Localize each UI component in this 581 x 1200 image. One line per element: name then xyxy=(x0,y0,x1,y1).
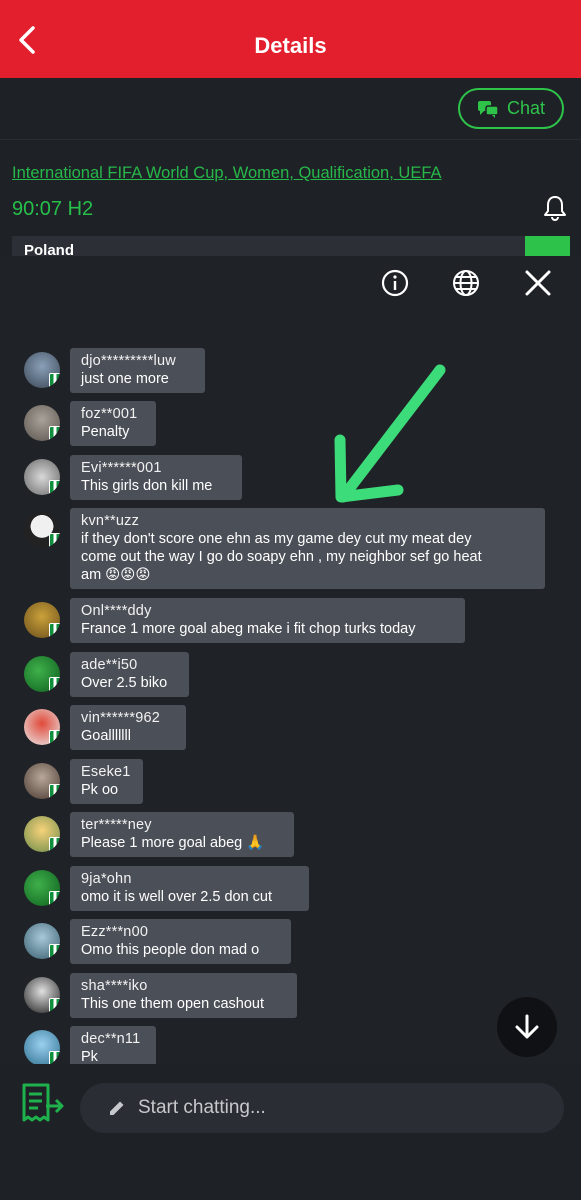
close-chat-button[interactable] xyxy=(521,266,555,300)
message-username: ter*****ney xyxy=(81,817,152,833)
message-username: Ezz***n00 xyxy=(81,924,149,940)
avatar[interactable] xyxy=(24,1030,60,1064)
info-button[interactable] xyxy=(378,266,412,300)
message-list[interactable]: ild*dddOmor France girls dey play ball o… xyxy=(0,256,581,1064)
message-bubble[interactable]: kvn**uzz if they don't score one ehn as m… xyxy=(70,508,545,589)
country-flag-icon xyxy=(49,944,60,959)
league-link[interactable]: International FIFA World Cup, Women, Qua… xyxy=(12,163,442,183)
message-text: Pk xyxy=(81,1049,98,1064)
message-username: sha****iko xyxy=(81,978,148,994)
chat-panel: ild*dddOmor France girls dey play ball o… xyxy=(0,256,581,1064)
message-bubble[interactable]: ter*****ney Please 1 more goal abeg 🙏 xyxy=(70,812,294,857)
globe-icon xyxy=(453,270,479,296)
avatar[interactable] xyxy=(24,977,60,1013)
message-username: Evi******001 xyxy=(81,460,162,476)
app-screen: Details Chat International FIFA World Cu… xyxy=(0,0,581,1200)
message-bubble[interactable]: Onl****ddy France 1 more goal abeg make i… xyxy=(70,598,465,643)
message-bubble[interactable]: 9ja*ohn omo it is well over 2.5 don cut xyxy=(70,866,309,911)
notification-button[interactable] xyxy=(540,193,570,223)
chat-input-placeholder: Start chatting... xyxy=(138,1097,266,1118)
message-bubble[interactable]: vin******962 Goalllllll xyxy=(70,705,186,750)
message-text: France 1 more goal abeg make i fit chop … xyxy=(81,621,416,637)
page-title: Details xyxy=(254,33,327,58)
header-bar: Details xyxy=(0,0,581,78)
avatar[interactable] xyxy=(24,352,60,388)
country-flag-icon xyxy=(49,533,60,548)
country-flag-icon xyxy=(49,730,60,745)
message-text: Penalty xyxy=(81,424,130,440)
country-flag-icon xyxy=(49,1051,60,1064)
country-flag-icon xyxy=(49,480,60,495)
message-bubble[interactable]: ade**i50 Over 2.5 biko xyxy=(70,652,189,697)
chat-icon xyxy=(477,100,499,118)
chat-input[interactable]: Start chatting... xyxy=(80,1083,564,1133)
country-flag-icon xyxy=(49,623,60,638)
message-text: just one more xyxy=(81,371,169,387)
team-row[interactable]: Poland xyxy=(12,236,570,258)
message-bubble[interactable]: sha****iko This one them open cashout xyxy=(70,973,297,1018)
arrow-down-icon xyxy=(515,1014,539,1039)
avatar[interactable] xyxy=(24,459,60,495)
message-username: kvn**uzz xyxy=(81,513,140,529)
message-username: vin******962 xyxy=(81,710,160,726)
country-flag-icon xyxy=(49,891,60,906)
message-text: Over 2.5 biko xyxy=(81,675,168,691)
country-flag-icon xyxy=(49,677,60,692)
message-username: Onl****ddy xyxy=(81,603,152,619)
bell-icon xyxy=(544,196,566,222)
message-username: Eseke1 xyxy=(81,764,131,780)
avatar[interactable] xyxy=(24,405,60,441)
bet-slip-button[interactable] xyxy=(20,1082,66,1124)
message-bubble[interactable]: dec**n11 Pk xyxy=(70,1026,156,1064)
message-text: Omo this people don mad o xyxy=(81,942,260,958)
chat-toolbar xyxy=(0,256,581,312)
message-username: djo*********luw xyxy=(81,353,176,369)
message-bubble[interactable]: Ezz***n00 Omo this people don mad o xyxy=(70,919,291,964)
message-username: dec**n11 xyxy=(81,1031,141,1047)
message-text: Pk oo xyxy=(81,782,119,798)
info-icon xyxy=(381,269,409,297)
message-text: This girls don kill me xyxy=(81,478,213,494)
country-flag-icon xyxy=(49,373,60,388)
avatar[interactable] xyxy=(24,602,60,638)
chat-button[interactable]: Chat xyxy=(458,88,564,129)
message-username: foz**001 xyxy=(81,406,138,422)
close-icon xyxy=(525,270,551,296)
bet-slip-icon xyxy=(22,1083,64,1122)
avatar[interactable] xyxy=(24,816,60,852)
message-username: ade**i50 xyxy=(81,657,138,673)
country-flag-icon xyxy=(49,837,60,852)
message-text: omo it is well over 2.5 don cut xyxy=(81,889,273,905)
message-text: Goalllllll xyxy=(81,728,131,744)
message-bubble[interactable]: Evi******001 This girls don kill me xyxy=(70,455,242,500)
message-text: Please 1 more goal abeg 🙏 xyxy=(81,835,265,851)
avatar[interactable] xyxy=(24,923,60,959)
language-button[interactable] xyxy=(449,266,483,300)
match-time: 90:07 H2 xyxy=(12,198,94,220)
country-flag-icon xyxy=(49,426,60,441)
country-flag-icon xyxy=(49,998,60,1013)
message-bubble[interactable]: foz**001 Penalty xyxy=(70,401,156,446)
odds-badge xyxy=(525,236,570,258)
scroll-to-bottom-button[interactable] xyxy=(497,997,557,1057)
avatar[interactable] xyxy=(24,870,60,906)
avatar[interactable] xyxy=(24,709,60,745)
divider xyxy=(0,139,581,140)
avatar[interactable] xyxy=(24,763,60,799)
avatar[interactable] xyxy=(24,656,60,692)
pencil-icon xyxy=(110,1101,124,1115)
avatar[interactable] xyxy=(24,512,60,548)
message-text: if they don't score one ehn as my game d… xyxy=(81,531,482,583)
message-bubble[interactable]: djo*********luw just one more xyxy=(70,348,205,393)
message-username: 9ja*ohn xyxy=(81,871,132,887)
country-flag-icon xyxy=(49,784,60,799)
chat-button-label: Chat xyxy=(506,98,546,118)
message-text: This one them open cashout xyxy=(81,996,264,1012)
message-bubble[interactable]: Eseke1 Pk oo xyxy=(70,759,143,804)
